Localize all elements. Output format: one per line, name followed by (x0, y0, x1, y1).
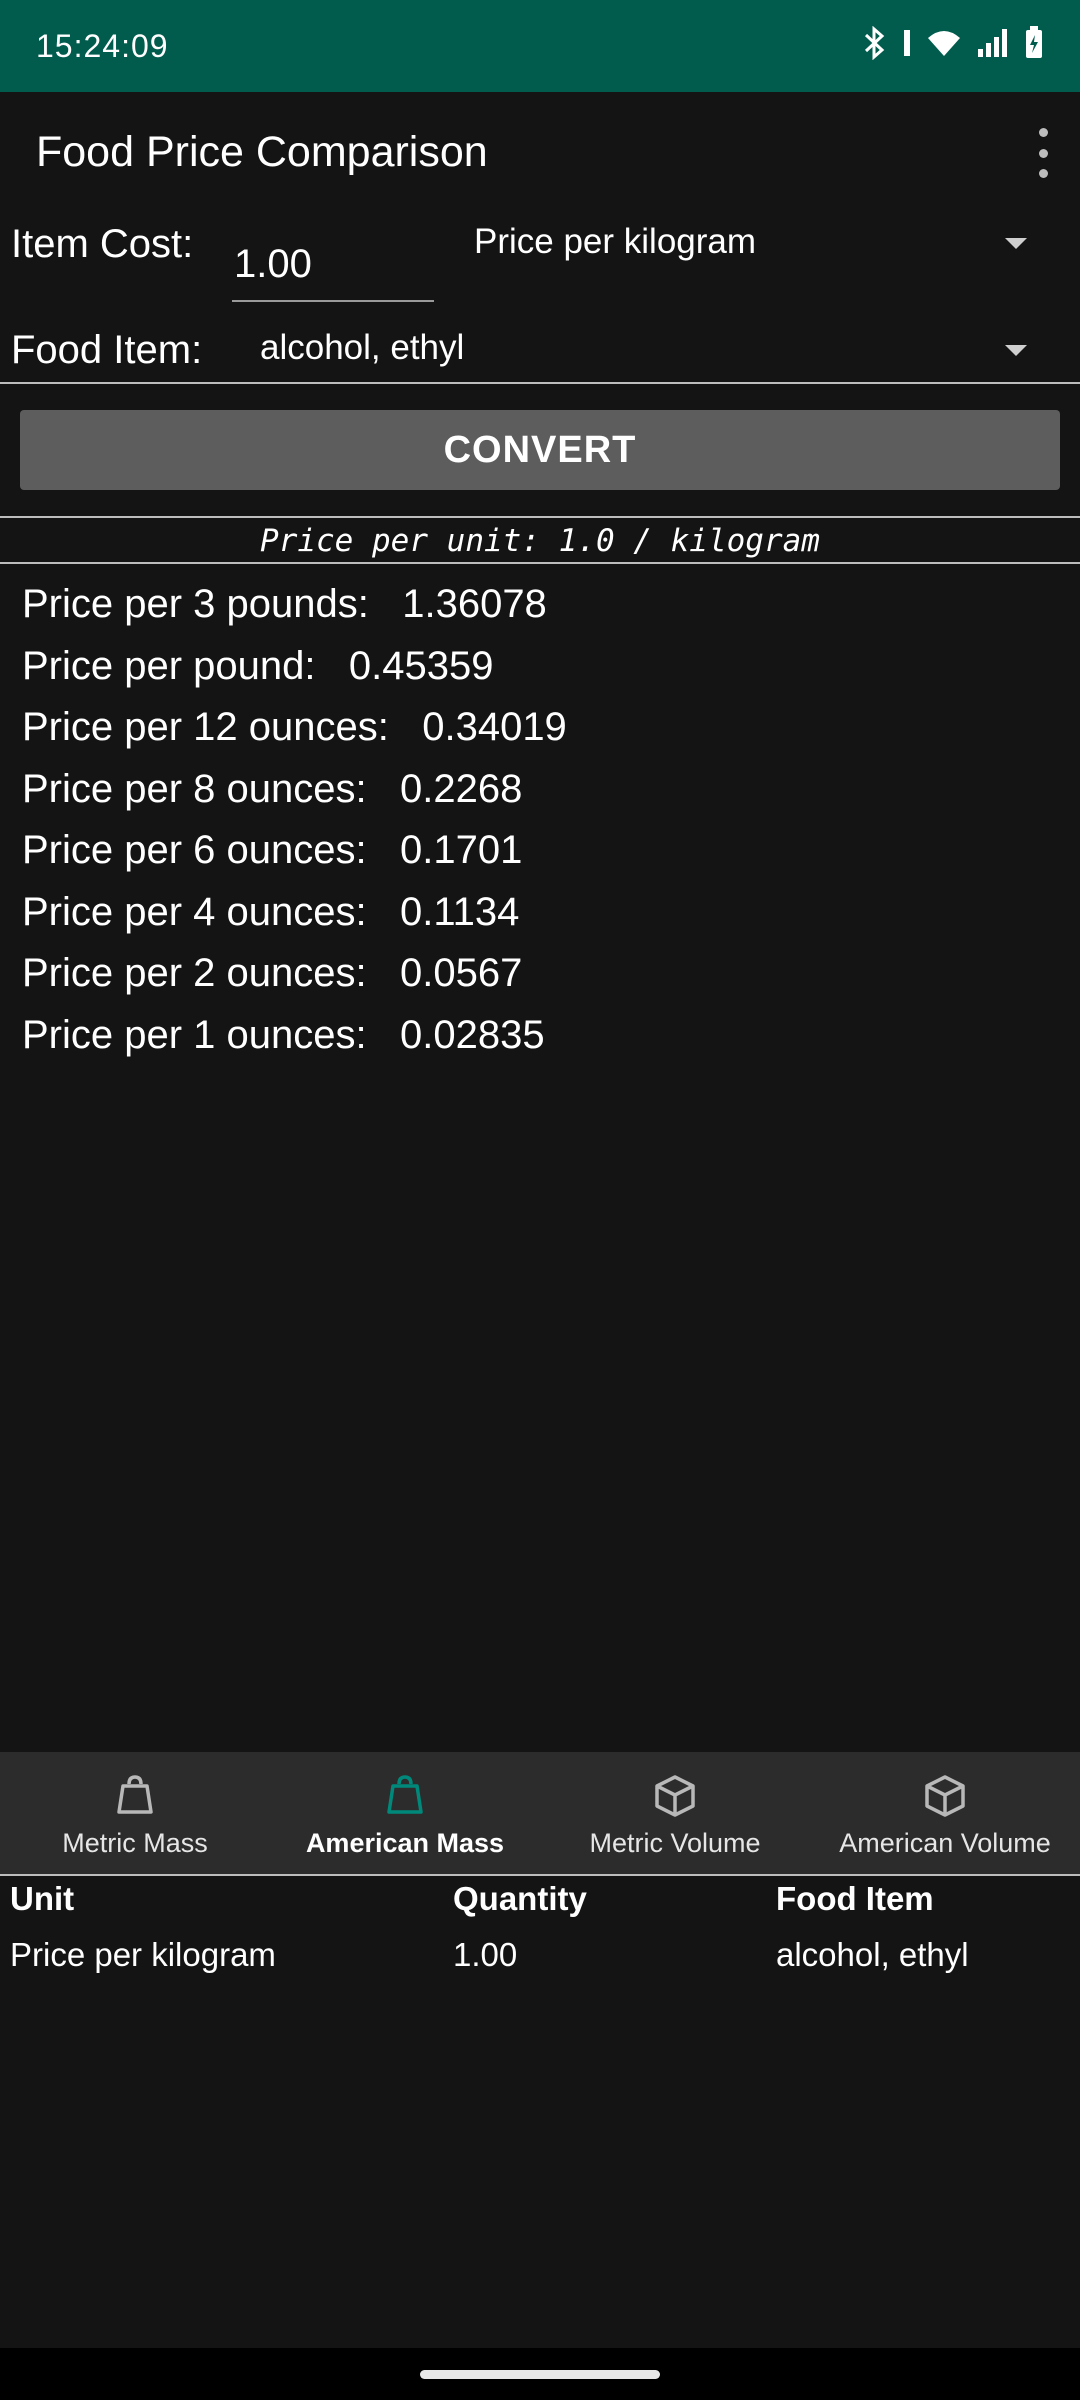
tab-american-mass[interactable]: American Mass (270, 1752, 540, 1874)
table-cell-food-item: alcohol, ethyl (776, 1936, 969, 1973)
results-list: Price per 3 pounds: 1.36078 Price per po… (22, 574, 1062, 1066)
home-gesture-handle[interactable] (420, 2370, 660, 2379)
status-icons (862, 26, 1044, 60)
result-row: Price per 2 ounces: 0.0567 (22, 951, 523, 995)
weight-icon (117, 1775, 153, 1814)
result-row: Price per 1 ounces: 0.02835 (22, 1012, 545, 1057)
column-header-quantity: Quantity (453, 1880, 587, 1917)
food-item-spinner-value: alcohol, ethyl (260, 328, 465, 367)
divider (0, 516, 1080, 518)
tab-label: Metric Volume (589, 1828, 761, 1858)
chevron-down-icon (1005, 238, 1027, 249)
signal-icon (978, 29, 1007, 57)
food-item-label: Food Item: (11, 328, 203, 372)
divider (0, 562, 1080, 564)
divider (0, 1874, 1080, 1876)
tab-american-volume[interactable]: American Volume (810, 1752, 1080, 1874)
weight-icon (387, 1775, 423, 1814)
tab-metric-volume[interactable]: Metric Volume (540, 1752, 810, 1874)
cube-icon (925, 1775, 965, 1817)
unit-price-text: Price per unit: 1.0 / kilogram (260, 523, 820, 559)
overflow-menu-icon[interactable] (1028, 128, 1058, 178)
column-header-unit: Unit (10, 1880, 75, 1917)
app-title: Food Price Comparison (36, 128, 488, 176)
vibrate-icon (904, 30, 910, 56)
result-row: Price per pound: 0.45359 (22, 643, 494, 688)
tab-label: Metric Mass (62, 1828, 208, 1858)
tab-metric-mass[interactable]: Metric Mass (0, 1752, 270, 1874)
table-cell-quantity: 1.00 (453, 1936, 518, 1973)
column-header-food-item: Food Item (776, 1880, 934, 1917)
divider (0, 382, 1080, 384)
result-row: Price per 12 ounces: 0.34019 (22, 705, 567, 749)
unit-spinner-value: Price per kilogram (474, 222, 757, 261)
result-row: Price per 6 ounces: 0.1701 (22, 828, 523, 872)
result-row: Price per 4 ounces: 0.1134 (22, 889, 520, 934)
bluetooth-icon (864, 26, 885, 60)
tab-label: American Volume (839, 1828, 1051, 1858)
status-bar: 15:24:09 (0, 0, 1080, 92)
item-cost-label: Item Cost: (11, 222, 194, 266)
status-time: 15:24:09 (36, 28, 169, 64)
result-row: Price per 3 pounds: 1.36078 (22, 582, 547, 626)
tab-label: American Mass (305, 1828, 505, 1858)
bottom-navigation: Metric Mass American Mass Metric Volume … (0, 1752, 1080, 1874)
result-row: Price per 8 ounces: 0.2268 (22, 766, 523, 811)
table-cell-unit: Price per kilogram (10, 1936, 276, 1973)
item-cost-input[interactable]: 1.00 (232, 232, 434, 302)
app-bar: Food Price Comparison (0, 92, 1080, 212)
chevron-down-icon (1005, 345, 1027, 356)
cube-icon (655, 1775, 695, 1817)
convert-button[interactable]: CONVERT (20, 410, 1060, 490)
wifi-icon (928, 31, 960, 56)
battery-icon (1026, 26, 1042, 58)
